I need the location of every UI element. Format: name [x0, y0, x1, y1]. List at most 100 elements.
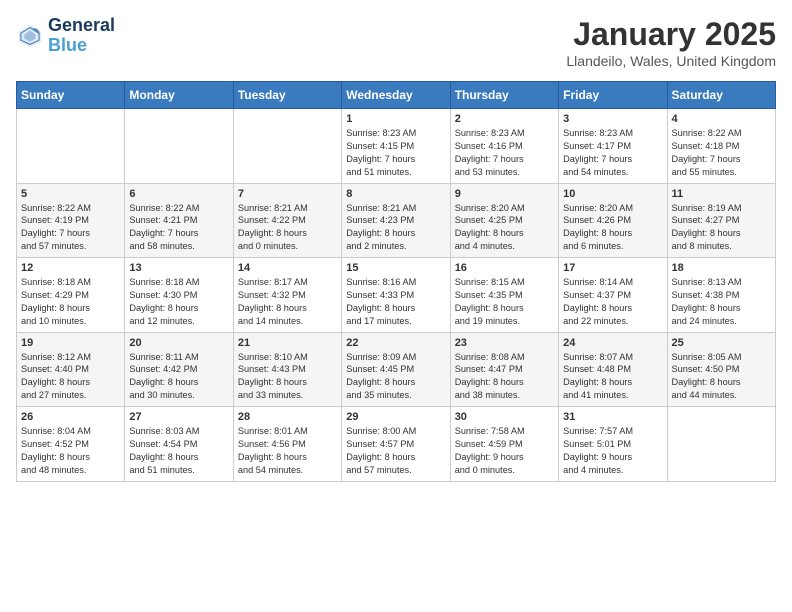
- calendar-cell: 16 Sunrise: 8:15 AM Sunset: 4:35 PM Dayli…: [450, 258, 558, 333]
- calendar-body: 1 Sunrise: 8:23 AM Sunset: 4:15 PM Daylig…: [17, 109, 776, 482]
- calendar-cell: 7 Sunrise: 8:21 AM Sunset: 4:22 PM Daylig…: [233, 183, 341, 258]
- day-number: 7: [238, 188, 337, 200]
- calendar-cell: 8 Sunrise: 8:21 AM Sunset: 4:23 PM Daylig…: [342, 183, 450, 258]
- calendar-cell: 2 Sunrise: 8:23 AM Sunset: 4:16 PM Daylig…: [450, 109, 558, 184]
- day-info: Sunrise: 8:22 AM Sunset: 4:19 PM Dayligh…: [21, 202, 120, 254]
- day-number: 14: [238, 262, 337, 274]
- calendar-table: SundayMondayTuesdayWednesdayThursdayFrid…: [16, 81, 776, 482]
- calendar-cell: 23 Sunrise: 8:08 AM Sunset: 4:47 PM Dayli…: [450, 332, 558, 407]
- calendar-cell: 1 Sunrise: 8:23 AM Sunset: 4:15 PM Daylig…: [342, 109, 450, 184]
- day-info: Sunrise: 8:21 AM Sunset: 4:22 PM Dayligh…: [238, 202, 337, 254]
- calendar-cell: 27Sunrise: 8:03 AM Sunset: 4:54 PM Dayli…: [125, 407, 233, 482]
- day-info: Sunrise: 8:11 AM Sunset: 4:42 PM Dayligh…: [129, 351, 228, 403]
- weekday-wednesday: Wednesday: [342, 82, 450, 109]
- page-header: General Blue January 2025 Llandeilo, Wal…: [16, 16, 776, 69]
- calendar-cell: [125, 109, 233, 184]
- calendar-cell: 20 Sunrise: 8:11 AM Sunset: 4:42 PM Dayli…: [125, 332, 233, 407]
- day-number: 23: [455, 337, 554, 349]
- day-number: 18: [672, 262, 771, 274]
- calendar-cell: 5Sunrise: 8:22 AM Sunset: 4:19 PM Daylig…: [17, 183, 125, 258]
- day-info: Sunrise: 8:05 AM Sunset: 4:50 PM Dayligh…: [672, 351, 771, 403]
- day-info: Sunrise: 8:10 AM Sunset: 4:43 PM Dayligh…: [238, 351, 337, 403]
- day-number: 31: [563, 411, 662, 423]
- calendar-cell: 24 Sunrise: 8:07 AM Sunset: 4:48 PM Dayli…: [559, 332, 667, 407]
- calendar-cell: 21 Sunrise: 8:10 AM Sunset: 4:43 PM Dayli…: [233, 332, 341, 407]
- week-row-4: 26 Sunrise: 8:04 AM Sunset: 4:52 PM Dayli…: [17, 407, 776, 482]
- day-number: 16: [455, 262, 554, 274]
- title-block: January 2025 Llandeilo, Wales, United Ki…: [566, 16, 776, 69]
- calendar-cell: 10Sunrise: 8:20 AM Sunset: 4:26 PM Dayli…: [559, 183, 667, 258]
- calendar-cell: 25 Sunrise: 8:05 AM Sunset: 4:50 PM Dayli…: [667, 332, 775, 407]
- day-info: Sunrise: 8:08 AM Sunset: 4:47 PM Dayligh…: [455, 351, 554, 403]
- weekday-friday: Friday: [559, 82, 667, 109]
- day-info: Sunrise: 8:23 AM Sunset: 4:15 PM Dayligh…: [346, 127, 445, 179]
- weekday-tuesday: Tuesday: [233, 82, 341, 109]
- day-info: Sunrise: 8:22 AM Sunset: 4:18 PM Dayligh…: [672, 127, 771, 179]
- calendar-cell: 30Sunrise: 7:58 AM Sunset: 4:59 PM Dayli…: [450, 407, 558, 482]
- calendar-cell: 28Sunrise: 8:01 AM Sunset: 4:56 PM Dayli…: [233, 407, 341, 482]
- calendar-cell: 12 Sunrise: 8:18 AM Sunset: 4:29 PM Dayli…: [17, 258, 125, 333]
- day-number: 9: [455, 188, 554, 200]
- calendar-cell: 22Sunrise: 8:09 AM Sunset: 4:45 PM Dayli…: [342, 332, 450, 407]
- week-row-2: 12 Sunrise: 8:18 AM Sunset: 4:29 PM Dayli…: [17, 258, 776, 333]
- calendar-cell: 4 Sunrise: 8:22 AM Sunset: 4:18 PM Daylig…: [667, 109, 775, 184]
- calendar-cell: [17, 109, 125, 184]
- calendar-cell: 19 Sunrise: 8:12 AM Sunset: 4:40 PM Dayli…: [17, 332, 125, 407]
- calendar-cell: 14 Sunrise: 8:17 AM Sunset: 4:32 PM Dayli…: [233, 258, 341, 333]
- weekday-thursday: Thursday: [450, 82, 558, 109]
- day-info: Sunrise: 8:07 AM Sunset: 4:48 PM Dayligh…: [563, 351, 662, 403]
- day-info: Sunrise: 8:19 AM Sunset: 4:27 PM Dayligh…: [672, 202, 771, 254]
- calendar-cell: 9 Sunrise: 8:20 AM Sunset: 4:25 PM Daylig…: [450, 183, 558, 258]
- day-number: 21: [238, 337, 337, 349]
- weekday-monday: Monday: [125, 82, 233, 109]
- weekday-saturday: Saturday: [667, 82, 775, 109]
- calendar-cell: [667, 407, 775, 482]
- calendar-cell: 13 Sunrise: 8:18 AM Sunset: 4:30 PM Dayli…: [125, 258, 233, 333]
- day-info: Sunrise: 8:15 AM Sunset: 4:35 PM Dayligh…: [455, 276, 554, 328]
- day-number: 24: [563, 337, 662, 349]
- month-title: January 2025: [566, 16, 776, 53]
- location: Llandeilo, Wales, United Kingdom: [566, 53, 776, 69]
- day-info: Sunrise: 8:14 AM Sunset: 4:37 PM Dayligh…: [563, 276, 662, 328]
- calendar-cell: 31 Sunrise: 7:57 AM Sunset: 5:01 PM Dayli…: [559, 407, 667, 482]
- day-info: Sunrise: 8:13 AM Sunset: 4:38 PM Dayligh…: [672, 276, 771, 328]
- week-row-1: 5Sunrise: 8:22 AM Sunset: 4:19 PM Daylig…: [17, 183, 776, 258]
- day-number: 19: [21, 337, 120, 349]
- day-number: 22: [346, 337, 445, 349]
- day-info: Sunrise: 8:01 AM Sunset: 4:56 PM Dayligh…: [238, 425, 337, 477]
- day-number: 2: [455, 113, 554, 125]
- day-info: Sunrise: 8:21 AM Sunset: 4:23 PM Dayligh…: [346, 202, 445, 254]
- day-info: Sunrise: 7:57 AM Sunset: 5:01 PM Dayligh…: [563, 425, 662, 477]
- day-number: 12: [21, 262, 120, 274]
- day-number: 27: [129, 411, 228, 423]
- day-info: Sunrise: 8:23 AM Sunset: 4:16 PM Dayligh…: [455, 127, 554, 179]
- calendar-cell: 29Sunrise: 8:00 AM Sunset: 4:57 PM Dayli…: [342, 407, 450, 482]
- day-info: Sunrise: 8:12 AM Sunset: 4:40 PM Dayligh…: [21, 351, 120, 403]
- week-row-0: 1 Sunrise: 8:23 AM Sunset: 4:15 PM Daylig…: [17, 109, 776, 184]
- calendar-cell: 3Sunrise: 8:23 AM Sunset: 4:17 PM Daylig…: [559, 109, 667, 184]
- day-info: Sunrise: 8:22 AM Sunset: 4:21 PM Dayligh…: [129, 202, 228, 254]
- day-number: 25: [672, 337, 771, 349]
- day-number: 1: [346, 113, 445, 125]
- weekday-sunday: Sunday: [17, 82, 125, 109]
- day-info: Sunrise: 8:20 AM Sunset: 4:26 PM Dayligh…: [563, 202, 662, 254]
- day-number: 20: [129, 337, 228, 349]
- logo-icon: [16, 22, 44, 50]
- day-info: Sunrise: 7:58 AM Sunset: 4:59 PM Dayligh…: [455, 425, 554, 477]
- day-info: Sunrise: 8:23 AM Sunset: 4:17 PM Dayligh…: [563, 127, 662, 179]
- day-number: 29: [346, 411, 445, 423]
- day-info: Sunrise: 8:20 AM Sunset: 4:25 PM Dayligh…: [455, 202, 554, 254]
- day-number: 26: [21, 411, 120, 423]
- day-number: 13: [129, 262, 228, 274]
- day-info: Sunrise: 8:18 AM Sunset: 4:29 PM Dayligh…: [21, 276, 120, 328]
- day-number: 11: [672, 188, 771, 200]
- day-number: 4: [672, 113, 771, 125]
- calendar-cell: 15Sunrise: 8:16 AM Sunset: 4:33 PM Dayli…: [342, 258, 450, 333]
- day-info: Sunrise: 8:17 AM Sunset: 4:32 PM Dayligh…: [238, 276, 337, 328]
- calendar-cell: 17Sunrise: 8:14 AM Sunset: 4:37 PM Dayli…: [559, 258, 667, 333]
- day-info: Sunrise: 8:18 AM Sunset: 4:30 PM Dayligh…: [129, 276, 228, 328]
- logo-text: General Blue: [48, 16, 115, 56]
- day-number: 8: [346, 188, 445, 200]
- day-info: Sunrise: 8:04 AM Sunset: 4:52 PM Dayligh…: [21, 425, 120, 477]
- calendar-cell: 6Sunrise: 8:22 AM Sunset: 4:21 PM Daylig…: [125, 183, 233, 258]
